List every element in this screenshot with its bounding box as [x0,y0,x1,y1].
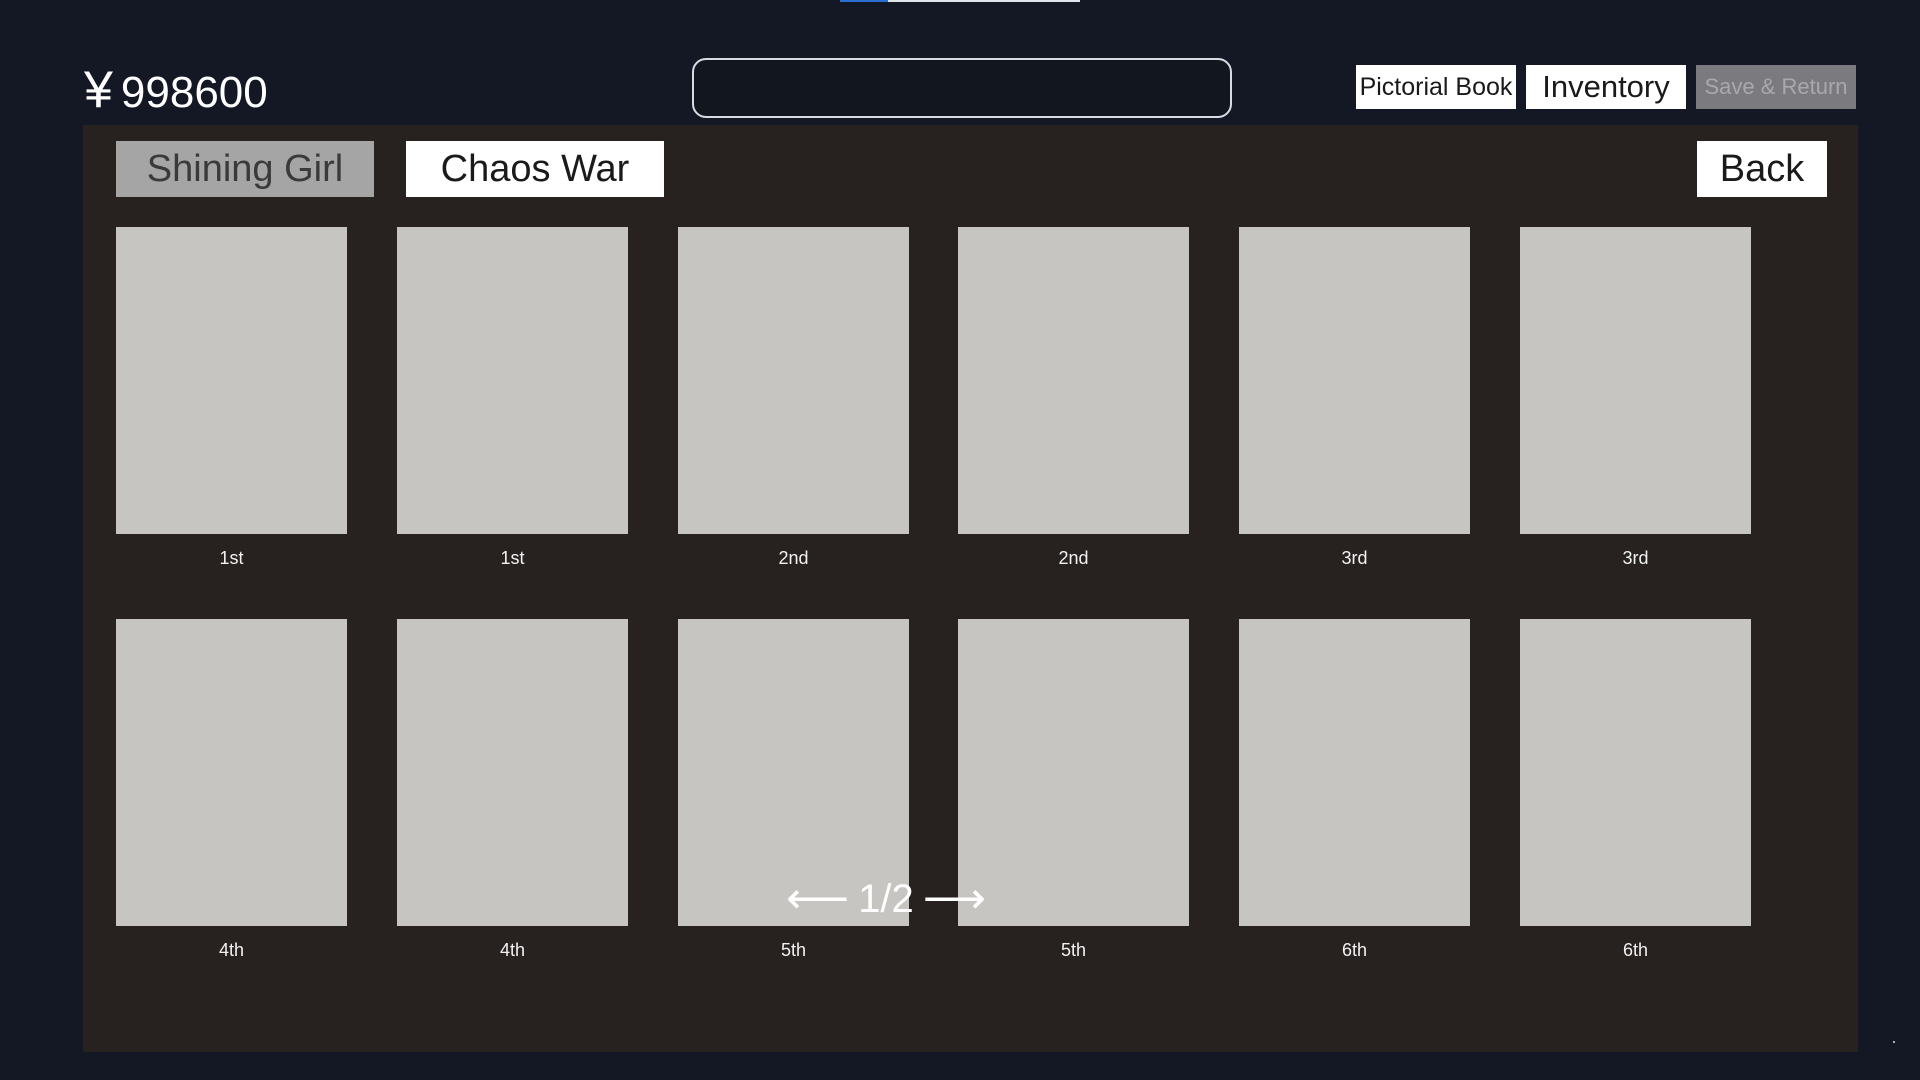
search-box[interactable] [692,58,1846,118]
card-label: 4th [499,940,526,960]
card-image-placeholder [397,227,628,534]
card-image-placeholder [1520,227,1751,534]
card-label: 1st [219,548,244,568]
top-progress-indicator [840,0,1080,2]
card-image-placeholder [958,619,1189,926]
corner-mark [1893,1041,1895,1043]
card-item[interactable]: 6th [1520,619,1751,961]
pagination: ⟵ 1/2 ⟶ [786,874,986,924]
card-item[interactable]: 1st [116,227,347,569]
next-page-arrow-icon[interactable]: ⟶ [923,877,986,921]
top-progress-fill [840,0,888,2]
card-item[interactable]: 4th [116,619,347,961]
card-image-placeholder [1239,227,1470,534]
card-item[interactable]: 1st [397,227,628,569]
tab-chaos-war[interactable]: Chaos War [406,141,664,197]
prev-page-arrow-icon[interactable]: ⟵ [786,877,849,921]
search-input[interactable] [710,68,1134,110]
card-label: 5th [1060,940,1087,960]
card-item[interactable]: 6th [1239,619,1470,961]
card-image-placeholder [1239,619,1470,926]
card-label: 3rd [1341,548,1368,568]
inventory-button[interactable]: Inventory [1526,65,1686,109]
card-image-placeholder [116,227,347,534]
card-item[interactable]: 2nd [678,227,909,569]
card-image-placeholder [678,227,909,534]
yen-icon: ¥ [84,61,113,119]
card-label: 2nd [1058,548,1089,568]
balance-amount: 998600 [120,68,268,117]
save-return-button[interactable]: Save & Return [1696,65,1856,109]
card-item[interactable]: 5th [958,619,1189,961]
page-indicator: 1/2 [858,876,914,921]
card-item[interactable]: 2nd [958,227,1189,569]
currency-display: ¥ 998600 [84,58,268,118]
card-label: 6th [1622,940,1649,960]
tab-shining-girl[interactable]: Shining Girl [116,141,374,197]
card-item[interactable]: 3rd [1239,227,1470,569]
card-label: 6th [1341,940,1368,960]
back-button[interactable]: Back [1697,141,1827,197]
app-root: ¥ 998600 Pictorial Book Inventory Save &… [0,0,1920,1080]
card-item[interactable]: 3rd [1520,227,1751,569]
card-image-placeholder [397,619,628,926]
card-label: 2nd [778,548,809,568]
card-label: 4th [218,940,245,960]
card-image-placeholder [958,227,1189,534]
card-image-placeholder [116,619,347,926]
card-label: 5th [780,940,807,960]
card-image-placeholder [1520,619,1751,926]
pictorial-book-button[interactable]: Pictorial Book [1356,65,1516,109]
card-label: 3rd [1622,548,1649,568]
card-label: 1st [500,548,525,568]
card-item[interactable]: 4th [397,619,628,961]
